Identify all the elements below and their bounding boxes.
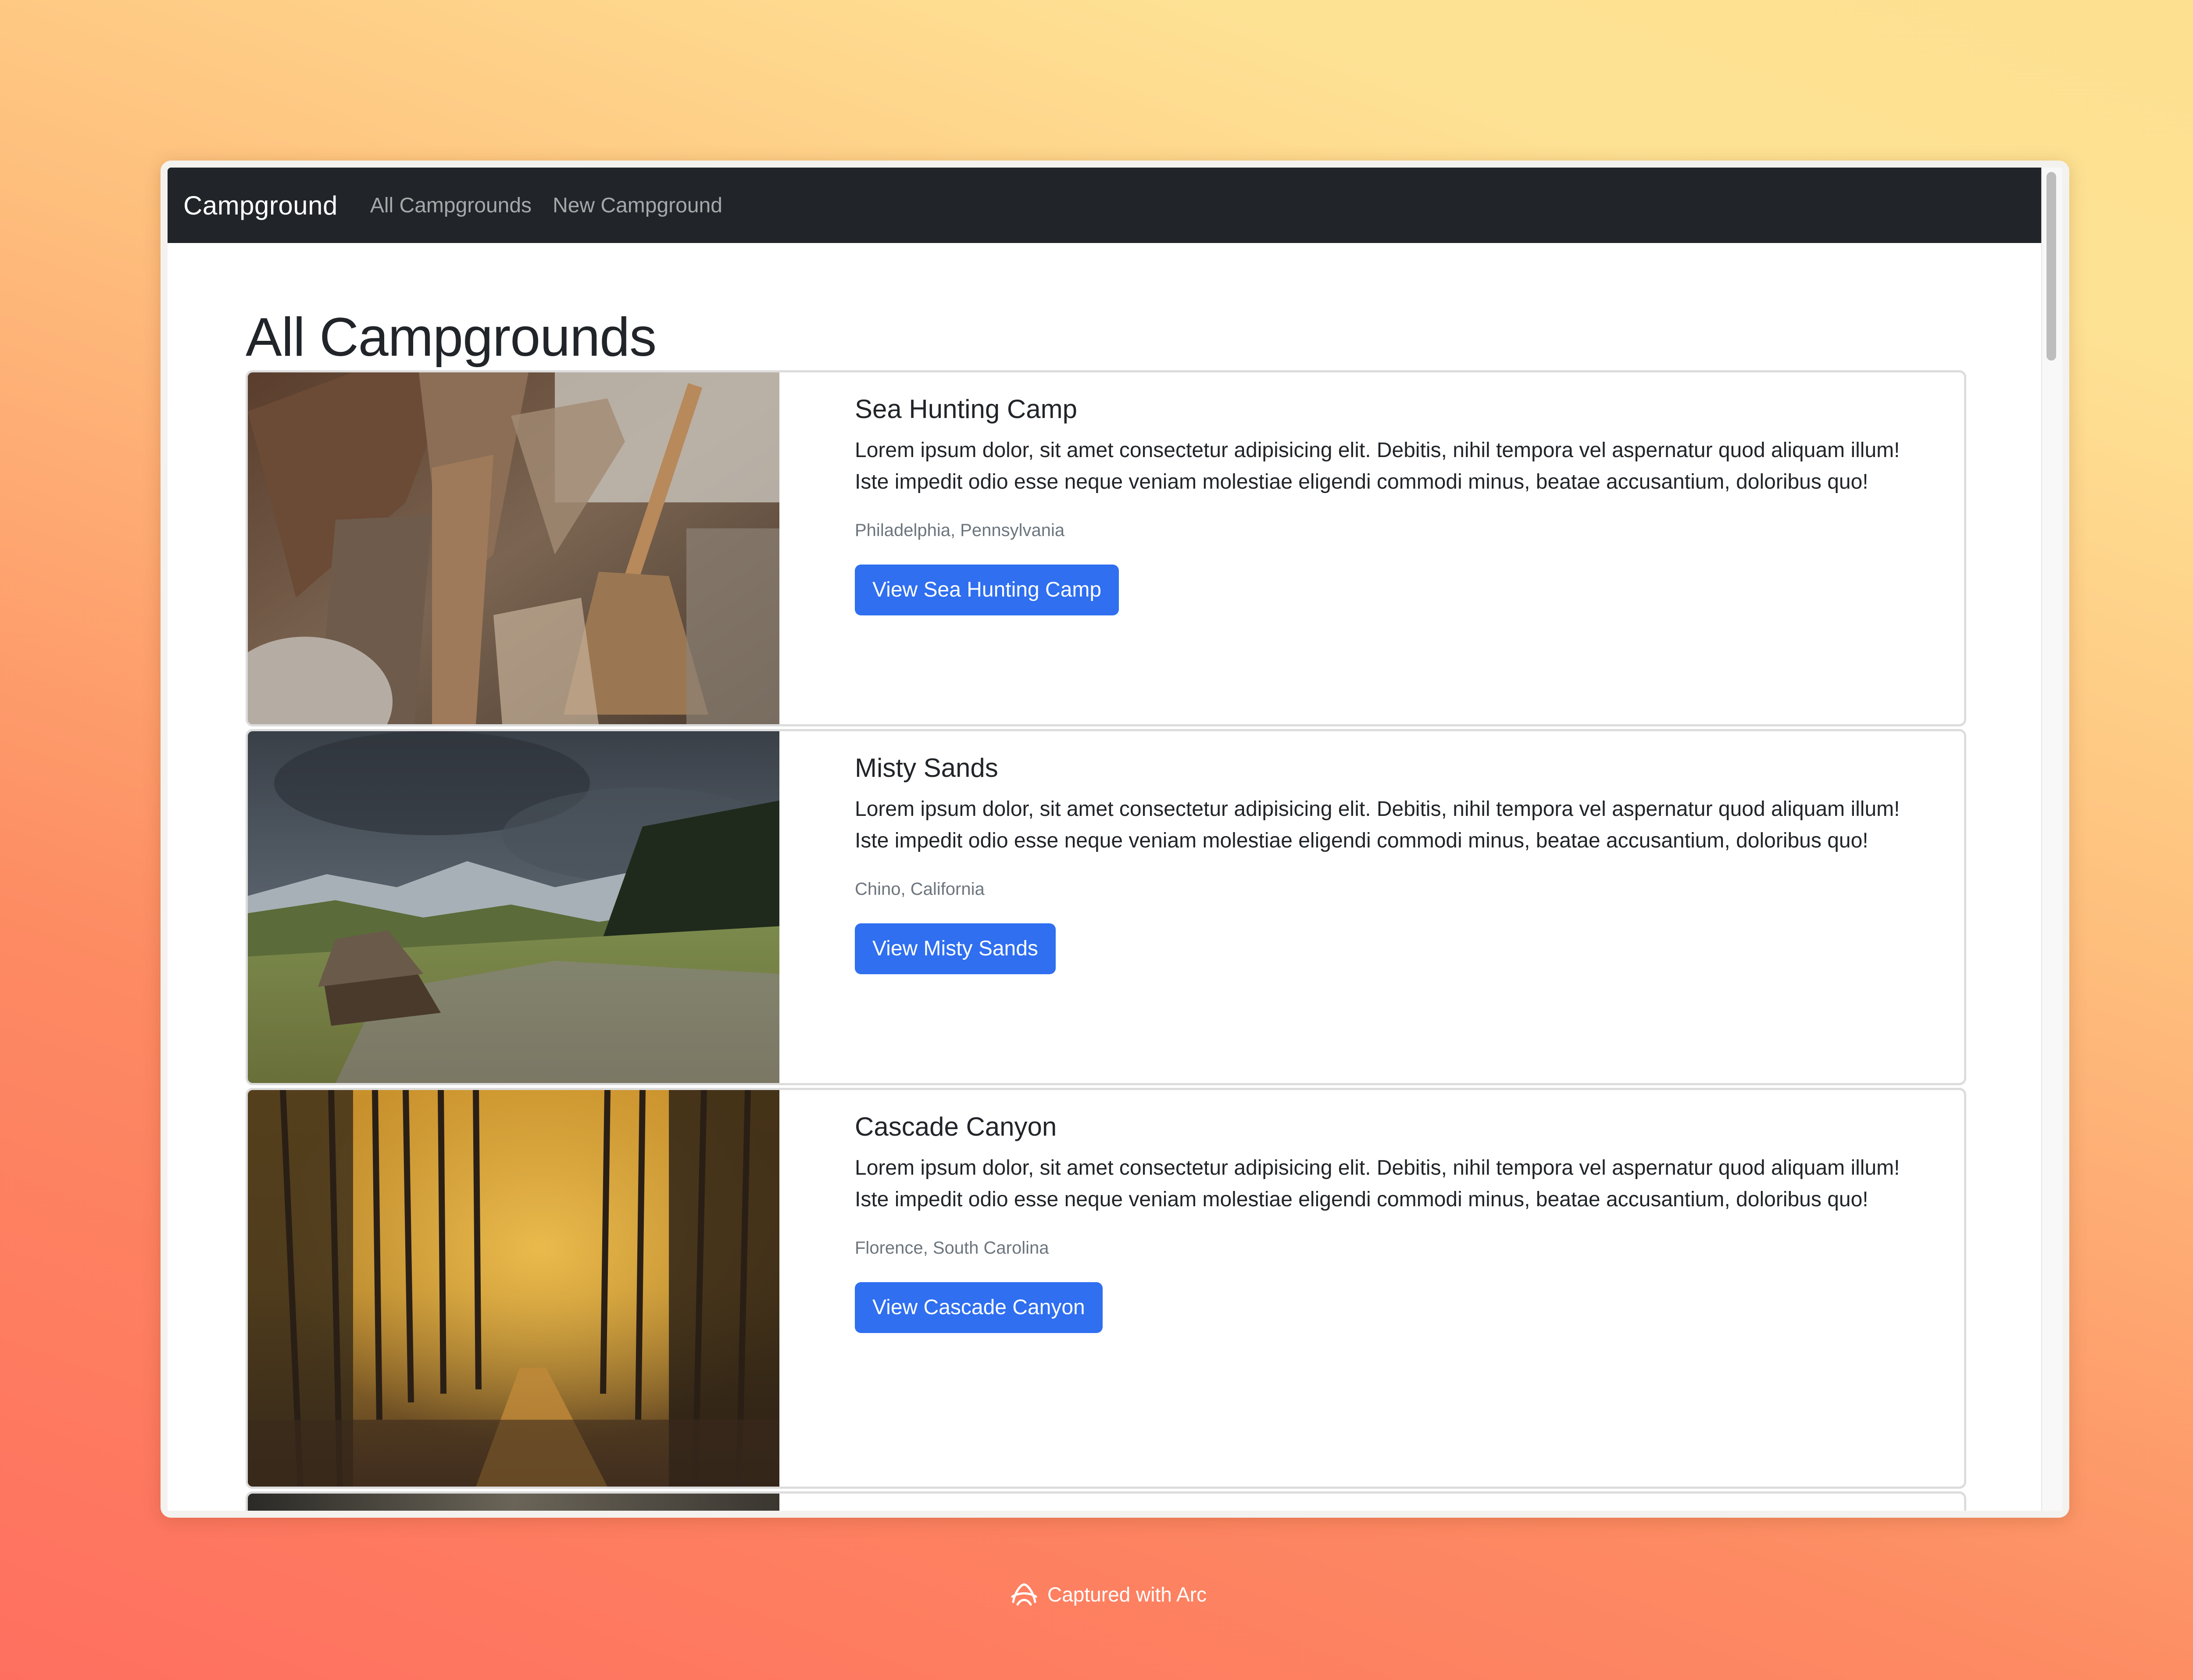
view-campground-button[interactable]: View Sea Hunting Camp [855,565,1119,615]
campground-card: Misty Sands Lorem ipsum dolor, sit amet … [246,729,1966,1085]
card-body: Sea Hunting Camp Lorem ipsum dolor, sit … [855,393,1938,615]
view-campground-button[interactable]: View Misty Sands [855,923,1056,974]
card-title: Sea Hunting Camp [855,394,1077,424]
card-description: Lorem ipsum dolor, sit amet consectetur … [855,1156,1900,1211]
nav-link-new-campground[interactable]: New Campground [553,193,722,218]
card-title: Misty Sands [855,753,998,783]
card-location: Florence, South Carolina [855,1238,1049,1258]
card-location: Philadelphia, Pennsylvania [855,521,1065,540]
card-description: Lorem ipsum dolor, sit amet consectetur … [855,797,1900,852]
view-campground-button[interactable]: View Cascade Canyon [855,1282,1103,1333]
capture-caption-text: Captured with Arc [1047,1583,1207,1606]
arc-logo-icon [1011,1583,1037,1606]
card-location: Chino, California [855,879,985,899]
nav-link-all-campgrounds[interactable]: All Campgrounds [370,193,532,218]
browser-window: Campground All Campgrounds New Campgroun… [161,161,2069,1518]
navbar-brand[interactable]: Campground [183,190,338,221]
campground-image [248,731,779,1083]
main-content: All Campgrounds Sea Hunting Camp Lorem i… [246,304,1966,1511]
capture-caption: Captured with Arc [1009,1579,1207,1610]
card-body: Cascade Canyon Lorem ipsum dolor, sit am… [855,1111,1938,1333]
campground-card: Sea Hunting Camp Lorem ipsum dolor, sit … [246,370,1966,726]
scrollbar[interactable] [2041,168,2062,1511]
campground-image [248,1090,779,1487]
navbar: Campground All Campgrounds New Campgroun… [168,168,2042,243]
card-body: Misty Sands Lorem ipsum dolor, sit amet … [855,752,1938,974]
campground-card: Cascade Canyon Lorem ipsum dolor, sit am… [246,1088,1966,1489]
campground-image [248,372,779,724]
scrollbar-thumb[interactable] [2047,172,2056,361]
page-title: All Campgrounds [246,307,657,368]
card-description: Lorem ipsum dolor, sit amet consectetur … [855,439,1900,493]
campground-card [246,1491,1966,1511]
campground-image [248,1494,779,1511]
card-title: Cascade Canyon [855,1112,1057,1141]
page-viewport: Campground All Campgrounds New Campgroun… [168,168,2062,1511]
